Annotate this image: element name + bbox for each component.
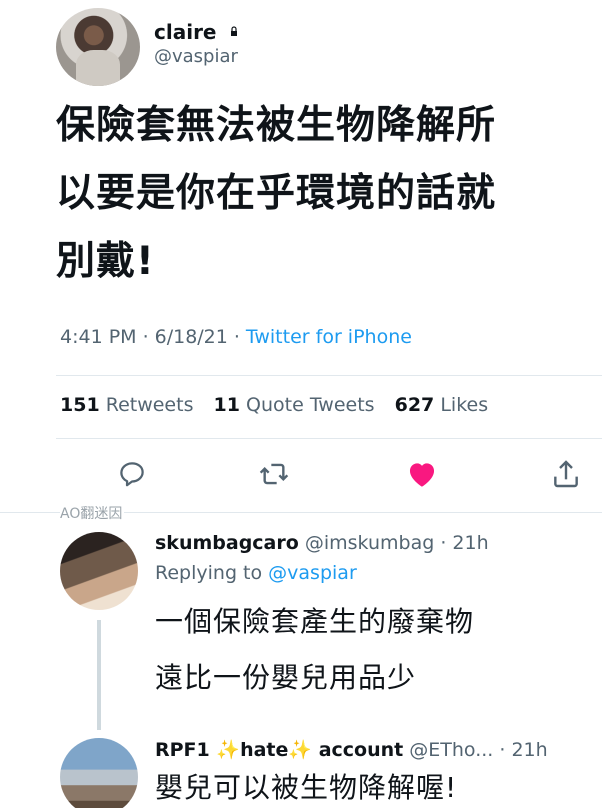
- tweet-header: claire @vaspiar: [56, 8, 576, 86]
- reply-text-line: 一個保險套產生的廢棄物: [155, 605, 475, 638]
- share-icon: [554, 460, 578, 488]
- display-name-text[interactable]: claire: [154, 20, 217, 44]
- user-info[interactable]: claire @vaspiar: [154, 20, 239, 70]
- tweet-text-line: 以要是你在乎環境的話就: [56, 171, 497, 216]
- avatar[interactable]: [60, 738, 138, 808]
- tweet-text-line: 保險套無法被生物降解所: [56, 103, 497, 148]
- reply-text-line: 遠比一份嬰兒用品少: [155, 661, 417, 694]
- sparkle-icon: ✨: [288, 739, 313, 761]
- quotes-count: 11: [213, 394, 240, 416]
- handle[interactable]: @ETho...: [409, 739, 493, 761]
- quotes-label: Quote Tweets: [246, 394, 375, 416]
- likes-count: 627: [394, 394, 435, 416]
- separator-dot: ·: [142, 326, 149, 348]
- display-name[interactable]: skumbagcaro: [155, 532, 299, 554]
- tweet-text: 保險套無法被生物降解所 以要是你在乎環境的話就 別戴!: [56, 92, 596, 296]
- handle[interactable]: @imskumbag: [305, 532, 434, 554]
- tweet-meta: 4:41 PM · 6/18/21 · Twitter for iPhone: [60, 326, 412, 348]
- handle[interactable]: @vaspiar: [154, 44, 239, 70]
- reply-header: RPF1 ✨hate✨ account @ETho... · 21h: [155, 738, 548, 761]
- display-name-part: hate: [240, 739, 289, 761]
- watermark: AO翻迷因: [60, 503, 125, 523]
- separator-dot: ·: [233, 326, 240, 348]
- reply-header: skumbagcaro @imskumbag · 21h: [155, 532, 489, 554]
- retweets-count: 151: [60, 394, 100, 416]
- display-name-part: RPF1: [155, 739, 210, 761]
- thread-connector: [97, 620, 101, 730]
- divider: [56, 375, 602, 376]
- tweet-client[interactable]: Twitter for iPhone: [246, 326, 412, 348]
- quotes-stat[interactable]: 11 Quote Tweets: [214, 394, 375, 416]
- retweet-icon: [259, 463, 289, 485]
- lock-icon: [231, 26, 238, 36]
- display-name-part: account: [318, 739, 404, 761]
- replying-to-label: Replying to: [155, 562, 263, 584]
- divider: [56, 438, 602, 439]
- avatar[interactable]: [56, 8, 140, 86]
- tweet-text-line: 別戴!: [56, 239, 155, 284]
- replying-to: Replying to @vaspiar: [155, 562, 357, 584]
- reply-text-line: 嬰兒可以被生物降解喔!: [155, 771, 458, 804]
- tweet-stats: 151 Retweets 11 Quote Tweets 627 Likes: [60, 394, 502, 416]
- retweet-button[interactable]: [256, 456, 292, 492]
- tweet-date[interactable]: 6/18/21: [155, 326, 228, 348]
- reply-icon: [120, 462, 144, 487]
- avatar[interactable]: [60, 532, 138, 610]
- likes-label: Likes: [440, 394, 489, 416]
- reply-text: 嬰兒可以被生物降解喔!: [155, 760, 457, 808]
- heart-icon: [409, 463, 435, 487]
- display-name[interactable]: RPF1 ✨hate✨ account: [155, 739, 403, 761]
- reply-time[interactable]: · 21h: [440, 532, 488, 554]
- display-name[interactable]: claire: [154, 20, 239, 44]
- like-button[interactable]: [404, 456, 440, 492]
- retweets-stat[interactable]: 151 Retweets: [60, 394, 193, 416]
- tweet-time[interactable]: 4:41 PM: [60, 326, 137, 348]
- reply-button[interactable]: [114, 456, 150, 492]
- likes-stat[interactable]: 627 Likes: [395, 394, 489, 416]
- share-button[interactable]: [548, 456, 584, 492]
- reply-time[interactable]: · 21h: [499, 739, 547, 761]
- reply-text: 一個保險套產生的廢棄物 遠比一份嬰兒用品少: [155, 594, 474, 706]
- retweets-label: Retweets: [105, 394, 194, 416]
- sparkle-icon: ✨: [216, 739, 241, 761]
- mention-link[interactable]: @vaspiar: [268, 562, 357, 584]
- action-bar: [56, 450, 596, 500]
